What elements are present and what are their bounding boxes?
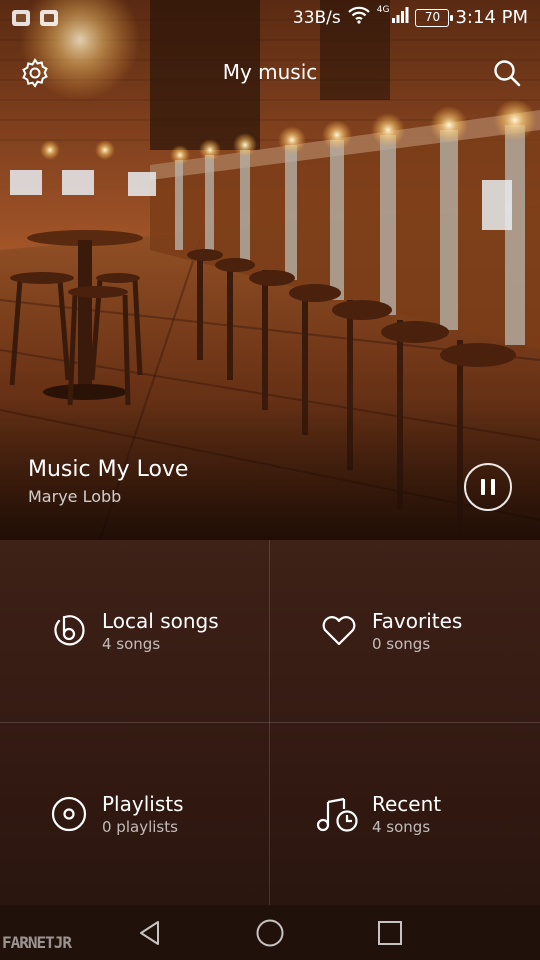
signal-icon <box>391 6 409 29</box>
tile-local-songs[interactable]: Local songs 4 songs <box>0 540 270 722</box>
tile-text: Playlists 0 playlists <box>102 791 184 836</box>
home-icon <box>256 919 284 947</box>
status-right: 33B/s 4G 70 3:14 PM <box>292 4 528 29</box>
page-title: My music <box>222 60 318 84</box>
library-grid: Local songs 4 songs Favorites 0 songs Pl… <box>0 540 540 905</box>
clock: 3:14 PM <box>455 7 528 28</box>
tile-text: Favorites 0 songs <box>372 608 462 653</box>
notification-icons <box>12 10 58 26</box>
network-type: 4G <box>376 4 390 15</box>
tile-count: 0 songs <box>372 635 431 653</box>
tile-playlists[interactable]: Playlists 0 playlists <box>0 723 270 905</box>
back-icon <box>140 921 159 945</box>
photo-notification-icon <box>12 10 30 26</box>
tile-favorites[interactable]: Favorites 0 songs <box>270 540 540 722</box>
home-button[interactable] <box>254 917 286 949</box>
tile-label: Favorites <box>372 609 463 633</box>
status-bar: 33B/s 4G 70 3:14 PM <box>0 0 540 36</box>
music-clock-icon <box>316 797 358 832</box>
app-bar: My music <box>0 48 540 98</box>
watermark: FARNETJR <box>2 933 72 952</box>
battery-icon: 70 <box>415 8 454 27</box>
pause-button[interactable] <box>464 463 512 511</box>
local-songs-icon <box>54 615 85 646</box>
tile-text: Recent 4 songs <box>372 791 441 836</box>
search-icon <box>494 60 521 87</box>
tile-text: Local songs 4 songs <box>102 608 219 653</box>
grid-divider-horizontal <box>0 722 540 723</box>
recents-button[interactable] <box>374 917 406 949</box>
tile-recent[interactable]: Recent 4 songs <box>270 723 540 905</box>
back-button[interactable] <box>134 917 166 949</box>
track-artist: Marye Lobb <box>28 487 122 506</box>
system-nav-bar: FARNETJR <box>0 905 540 960</box>
tile-count: 0 playlists <box>102 818 178 836</box>
pause-icon <box>481 479 495 495</box>
recents-icon <box>378 921 402 945</box>
wifi-icon <box>347 6 371 29</box>
tile-count: 4 songs <box>372 818 431 836</box>
track-title: Music My Love <box>28 457 189 482</box>
tile-count: 4 songs <box>102 635 161 653</box>
net-speed: 33B/s <box>292 7 341 28</box>
tile-label: Recent <box>372 792 442 816</box>
disc-icon <box>51 796 87 832</box>
tile-label: Playlists <box>102 792 184 816</box>
search-button[interactable] <box>488 54 526 92</box>
gallery-notification-icon <box>40 10 58 26</box>
tile-label: Local songs <box>102 609 219 633</box>
now-playing-info[interactable]: Music My Love Marye Lobb <box>28 455 188 506</box>
heart-icon <box>322 616 356 646</box>
